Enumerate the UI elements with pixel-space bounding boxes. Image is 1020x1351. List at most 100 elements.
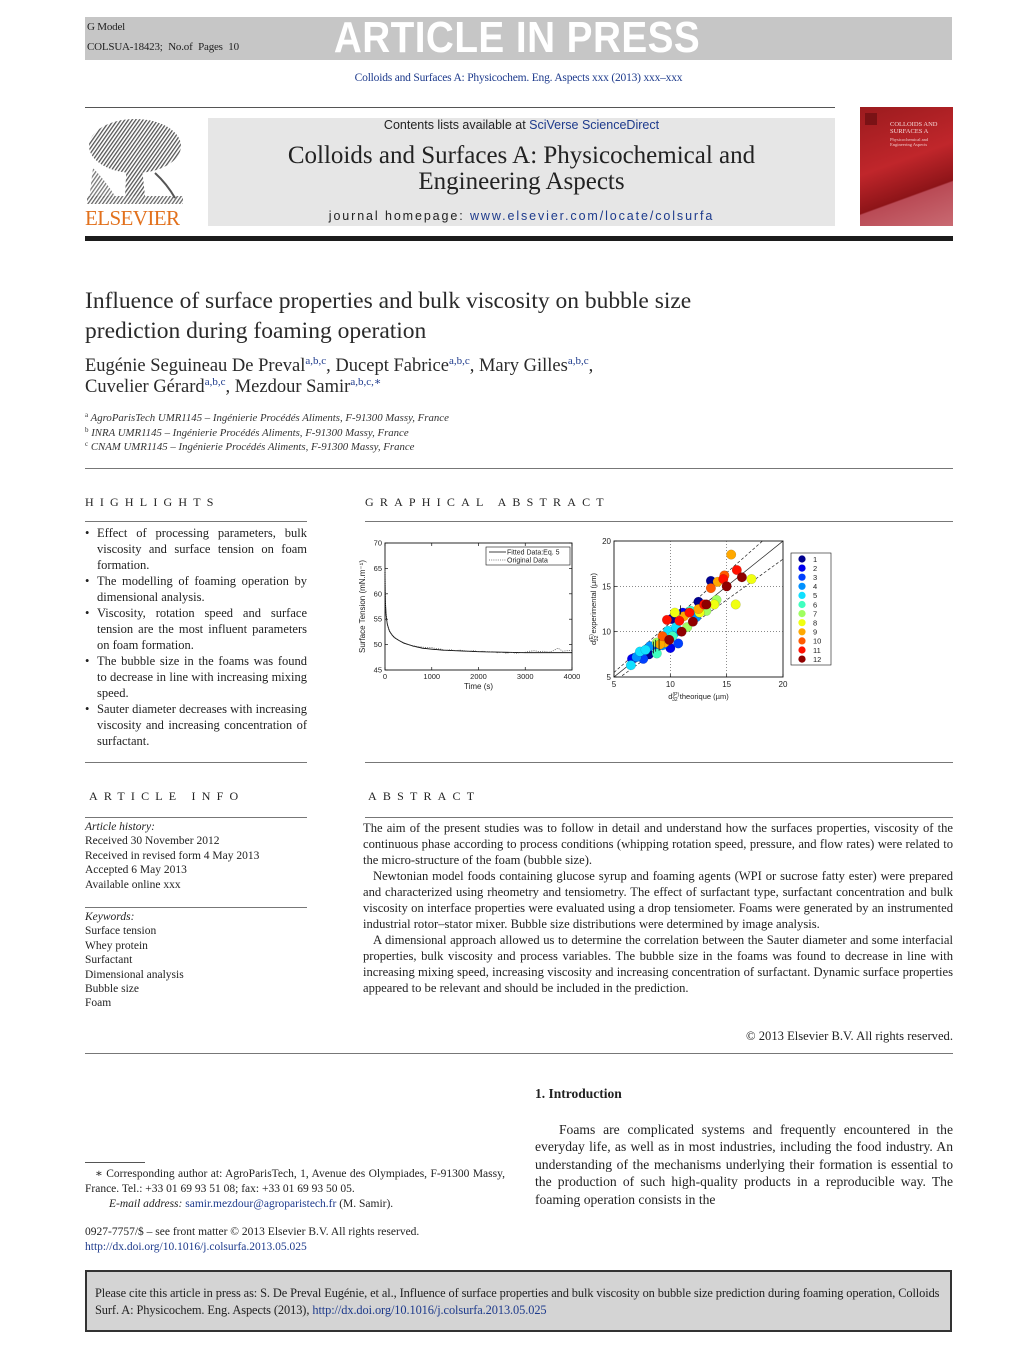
highlight-text: The bubble size in the foams was found t…: [97, 654, 307, 700]
affiliation-item: a AgroParisTech UMR1145 – Ingénierie Pro…: [85, 411, 845, 426]
history-item: Received 30 November 2012: [85, 835, 220, 848]
legend-label: 7: [813, 609, 817, 618]
y-axis-label: d(E)32 experimental (µm): [589, 572, 600, 645]
author-name[interactable]: Cuvelier Gérard: [85, 377, 205, 397]
scatter-point: [730, 599, 741, 610]
keyword-item: Surfactant: [85, 954, 133, 967]
affiliations: a AgroParisTech UMR1145 – Ingénierie Pro…: [85, 411, 845, 455]
author-name[interactable]: Ducept Fabrice: [335, 356, 449, 376]
sauter-diameter-scatter-chart: 5 10 15 205101520d(P) 32 theorique (µm)d(E)3…: [589, 537, 832, 703]
author-affiliation-marks[interactable]: a,b,c,∗: [350, 376, 381, 388]
highlight-text: The modelling of foaming operation by di…: [97, 574, 307, 604]
legend-marker: [798, 655, 806, 663]
legend-box: [790, 552, 832, 666]
article-info-heading: ARTICLE INFO: [89, 789, 245, 803]
keyword-item: Foam: [85, 997, 112, 1010]
scatter-point: [701, 599, 712, 610]
legend-marker: [798, 610, 806, 618]
y-tick-label: 65: [374, 564, 382, 573]
citation-doi-link[interactable]: http://dx.doi.org/10.1016/j.colsurfa.201…: [312, 1303, 546, 1317]
header-divider: [85, 107, 835, 108]
keyword-item: Dimensional analysis: [85, 968, 184, 981]
y-axis-label: Surface Tension (mN.m⁻¹): [358, 560, 367, 653]
history-item: Available online xxx: [85, 878, 181, 891]
author-affiliation-marks[interactable]: a,b,c: [568, 355, 589, 367]
keywords-divider: [85, 907, 307, 908]
x-tick-label: 0: [383, 672, 387, 681]
scatter-point: [726, 549, 737, 560]
legend-label: 9: [813, 628, 817, 637]
highlights-list: • Effect of processing parameters, bulk v…: [85, 525, 307, 749]
doi-link[interactable]: http://dx.doi.org/10.1016/j.colsurfa.201…: [85, 1240, 525, 1255]
author-name[interactable]: Mezdour Samir: [235, 377, 351, 397]
y-tick-label: 15: [602, 582, 611, 591]
journal-masthead: Contents lists available at SciVerse Sci…: [208, 118, 835, 226]
keywords-label: Keywords:: [85, 911, 135, 923]
article-in-press-bar: G Model COLSUA-18423; No.of Pages 10 ART…: [85, 15, 952, 61]
homepage-link[interactable]: www.elsevier.com/locate/colsurfa: [470, 209, 714, 223]
abstract-heading: ABSTRACT: [368, 789, 481, 803]
title-line1: Influence of surface properties and bulk…: [85, 288, 692, 314]
masthead-divider: [85, 236, 953, 241]
legend-label: 1: [813, 555, 817, 564]
title-line2: prediction during foaming operation: [85, 318, 427, 344]
legend-label: 5: [813, 591, 817, 600]
citation-text: Please cite this article in press as: S.…: [95, 1285, 945, 1319]
bullet-icon: •: [85, 654, 90, 668]
scatter-point: [736, 572, 747, 583]
y-tick-label: 10: [602, 628, 611, 637]
y-tick-label: 5: [607, 673, 612, 682]
email-suffix: (M. Samir).: [336, 1198, 394, 1210]
graphical-abstract-bottom-divider: [365, 762, 953, 763]
x-tick-label: 10: [666, 680, 675, 689]
citation-box: Please cite this article in press as: S.…: [85, 1270, 952, 1332]
journal-homepage: journal homepage: www.elsevier.com/locat…: [208, 209, 835, 223]
author-affiliation-marks[interactable]: a,b,c: [449, 355, 470, 367]
legend-marker: [798, 600, 806, 609]
article-history-label: Article history:: [85, 821, 155, 833]
affiliation-item: c CNAM UMR1145 – Ingénierie Procédés Ali…: [85, 440, 845, 455]
sciencedirect-link[interactable]: SciVerse ScienceDirect: [529, 118, 659, 132]
history-item: Accepted 6 May 2013: [85, 864, 187, 877]
author-affiliation-marks[interactable]: a,b,c: [205, 376, 226, 388]
author-name[interactable]: Eugénie Seguineau De Preval: [85, 356, 305, 376]
journal-cover-image: COLLOIDS AND SURFACES A Physicochemical …: [860, 107, 953, 226]
x-tick-label: 4000: [564, 672, 581, 681]
article-id: COLSUA-18423;: [87, 41, 163, 53]
article-title: Influence of surface properties and bulk…: [85, 286, 845, 346]
highlights-divider: [85, 521, 307, 522]
email-link[interactable]: samir.mezdour@agroparistech.fr: [185, 1198, 336, 1210]
graphical-abstract-heading: GRAPHICAL ABSTRACT: [365, 495, 610, 509]
legend-label: Original Data: [507, 558, 548, 565]
bullet-icon: •: [85, 574, 90, 588]
x-tick-label: 2000: [470, 672, 487, 681]
author-name[interactable]: Mary Gilles: [479, 356, 568, 376]
author-affiliation-marks[interactable]: a,b,c: [305, 355, 326, 367]
keyword-item: Whey protein: [85, 939, 148, 952]
scatter-point: [661, 614, 672, 625]
x-tick-label: 3000: [517, 672, 534, 681]
surface-tension-chart: 0 1000 2000 3000 4000 45 50 55 60 65 70 Time (s) Sur…: [358, 539, 581, 692]
scatter-point: [705, 583, 716, 594]
legend-label: 10: [813, 637, 821, 646]
g-model-label: G Model: [87, 21, 126, 33]
legend-marker: [798, 573, 806, 581]
affiliation-mark: b: [85, 425, 89, 434]
y-tick-label: 60: [374, 589, 382, 598]
highlight-item: • The bubble size in the foams was found …: [85, 653, 307, 701]
highlight-text: Effect of processing parameters, bulk vi…: [97, 526, 307, 572]
legend-label: 6: [813, 600, 817, 609]
legend-marker: [798, 637, 806, 645]
y-tick-label: 70: [374, 539, 382, 548]
affiliation-mark: a: [85, 411, 89, 419]
x-axis-label-text: theorique (µm): [678, 692, 730, 701]
legend-marker: [798, 628, 806, 636]
keyword-item: Bubble size: [85, 983, 139, 996]
abstract-paragraph: A dimensional approach allowed us to det…: [363, 933, 953, 995]
corresponding-author-footnote: ∗ Corresponding author at: AgroParisTech…: [85, 1167, 505, 1212]
abstract-body: The aim of the present studies was to fo…: [363, 820, 953, 996]
keywords: Keywords: Surface tension Whey protein S…: [85, 910, 307, 1011]
article-history: Article history: Received 30 November 20…: [85, 820, 307, 892]
y-tick-label: 45: [374, 666, 382, 675]
footnote-rule: [85, 1162, 145, 1163]
